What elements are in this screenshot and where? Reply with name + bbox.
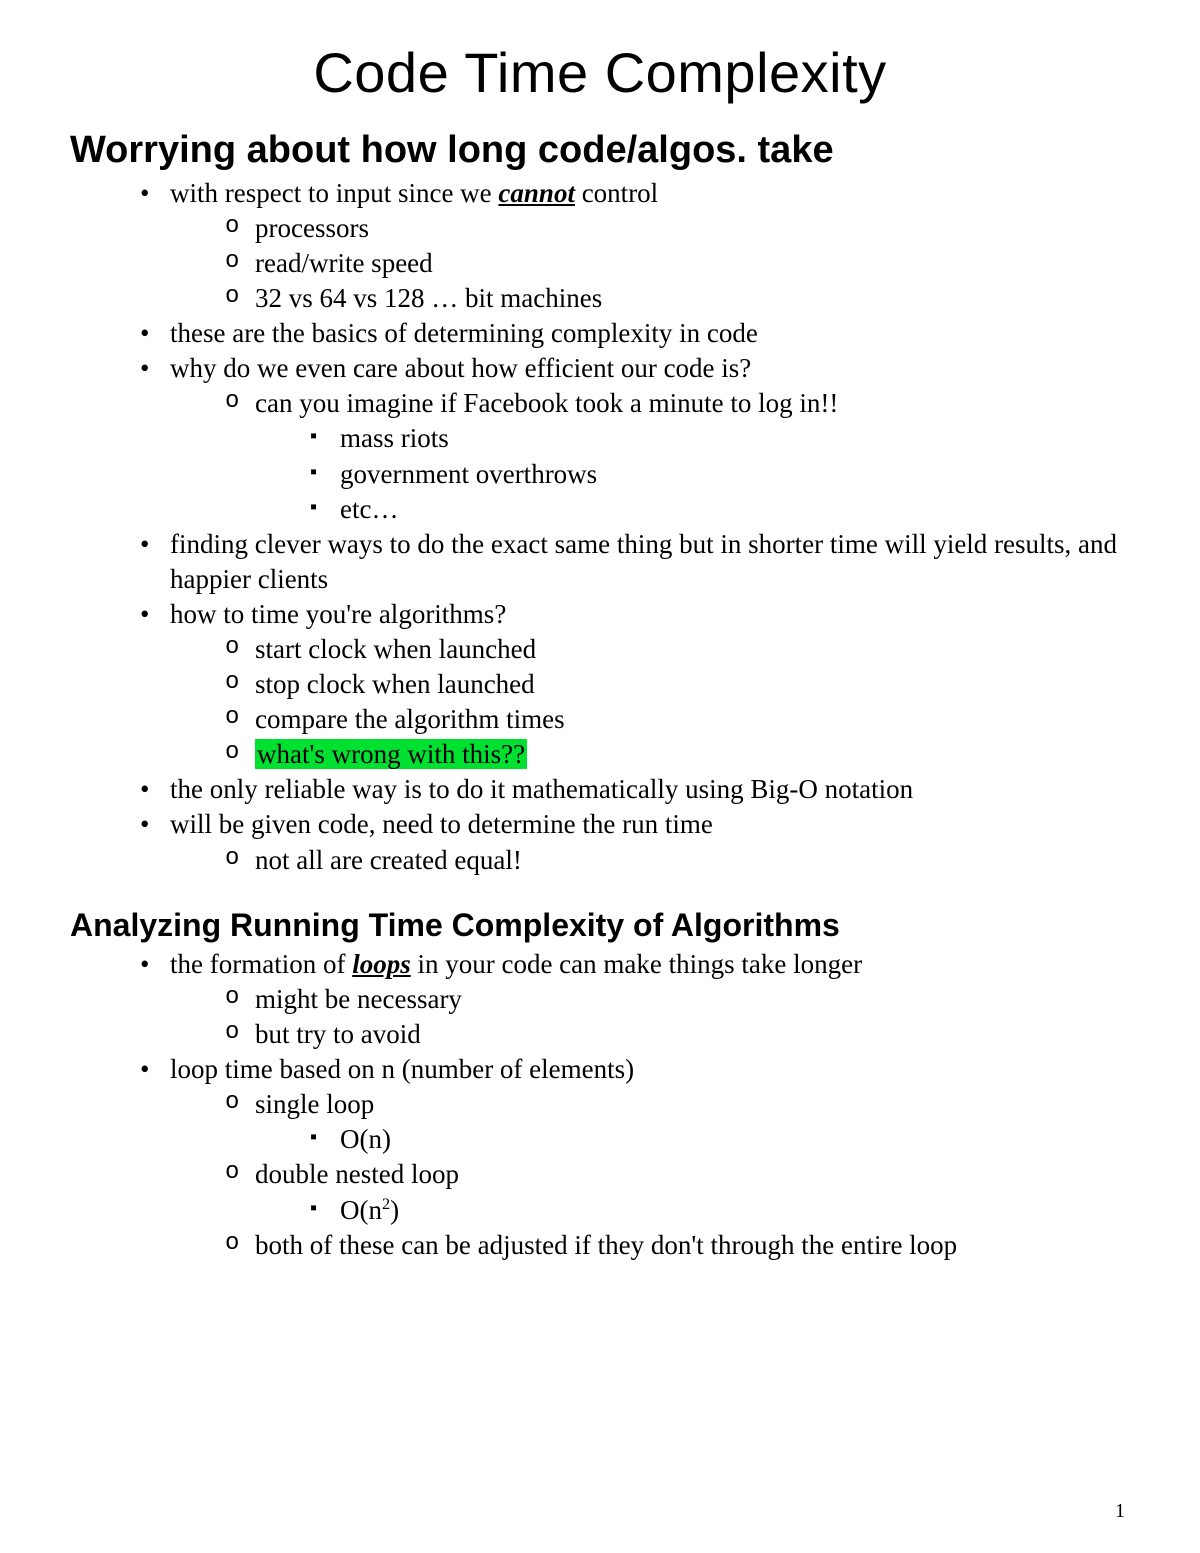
text: O(n — [340, 1195, 382, 1225]
text: will be given code, need to determine th… — [170, 809, 713, 839]
sublist: processors read/write speed 32 vs 64 vs … — [170, 211, 1130, 316]
document-page: Code Time Complexity Worrying about how … — [0, 0, 1200, 1553]
sublist: not all are created equal! — [170, 843, 1130, 878]
list-item: not all are created equal! — [225, 843, 1130, 878]
page-number: 1 — [1115, 1500, 1125, 1523]
text: can you imagine if Facebook took a minut… — [255, 388, 838, 418]
document-title: Code Time Complexity — [70, 40, 1130, 105]
list-item: will be given code, need to determine th… — [140, 807, 1130, 877]
section-2-heading: Analyzing Running Time Complexity of Alg… — [70, 908, 1130, 943]
sublist: O(n2) — [255, 1193, 1130, 1228]
section-1-heading: Worrying about how long code/algos. take — [70, 130, 1130, 172]
list-item: single loop O(n) — [225, 1087, 1130, 1157]
section-1-list: with respect to input since we cannot co… — [70, 176, 1130, 878]
text: double nested loop — [255, 1159, 459, 1189]
list-item: the formation of loops in your code can … — [140, 947, 1130, 1052]
sublist: single loop O(n) double nested loop O(n2… — [170, 1087, 1130, 1262]
text: the formation of — [170, 949, 352, 979]
list-item: government overthrows — [310, 457, 1130, 492]
list-item: O(n2) — [310, 1193, 1130, 1228]
list-item: how to time you're algorithms? start clo… — [140, 597, 1130, 772]
list-item: double nested loop O(n2) — [225, 1157, 1130, 1227]
text: loop time based on n (number of elements… — [170, 1054, 634, 1084]
text: with respect to input since we — [170, 178, 498, 208]
list-item: compare the algorithm times — [225, 702, 1130, 737]
list-item: what's wrong with this?? — [225, 737, 1130, 772]
highlighted-text: what's wrong with this?? — [255, 739, 527, 769]
text: how to time you're algorithms? — [170, 599, 506, 629]
sublist: O(n) — [255, 1122, 1130, 1157]
text: in your code can make things take longer — [411, 949, 862, 979]
list-item: the only reliable way is to do it mathem… — [140, 772, 1130, 807]
list-item: why do we even care about how efficient … — [140, 351, 1130, 526]
list-item: stop clock when launched — [225, 667, 1130, 702]
sublist: mass riots government overthrows etc… — [255, 421, 1130, 526]
superscript: 2 — [382, 1195, 390, 1213]
section-2-list: the formation of loops in your code can … — [70, 947, 1130, 1263]
sublist: might be necessary but try to avoid — [170, 982, 1130, 1052]
text: single loop — [255, 1089, 374, 1119]
list-item: finding clever ways to do the exact same… — [140, 527, 1130, 597]
text: ) — [390, 1195, 399, 1225]
text: why do we even care about how efficient … — [170, 353, 751, 383]
list-item: both of these can be adjusted if they do… — [225, 1228, 1130, 1263]
list-item: loop time based on n (number of elements… — [140, 1052, 1130, 1263]
list-item: processors — [225, 211, 1130, 246]
list-item: can you imagine if Facebook took a minut… — [225, 386, 1130, 526]
list-item: these are the basics of determining comp… — [140, 316, 1130, 351]
list-item: etc… — [310, 492, 1130, 527]
list-item: with respect to input since we cannot co… — [140, 176, 1130, 316]
list-item: 32 vs 64 vs 128 … bit machines — [225, 281, 1130, 316]
sublist: can you imagine if Facebook took a minut… — [170, 386, 1130, 526]
list-item: read/write speed — [225, 246, 1130, 281]
list-item: mass riots — [310, 421, 1130, 456]
list-item: might be necessary — [225, 982, 1130, 1017]
emphasized-text: cannot — [498, 178, 575, 208]
list-item: O(n) — [310, 1122, 1130, 1157]
emphasized-text: loops — [352, 949, 411, 979]
list-item: but try to avoid — [225, 1017, 1130, 1052]
list-item: start clock when launched — [225, 632, 1130, 667]
sublist: start clock when launched stop clock whe… — [170, 632, 1130, 772]
text: control — [575, 178, 658, 208]
